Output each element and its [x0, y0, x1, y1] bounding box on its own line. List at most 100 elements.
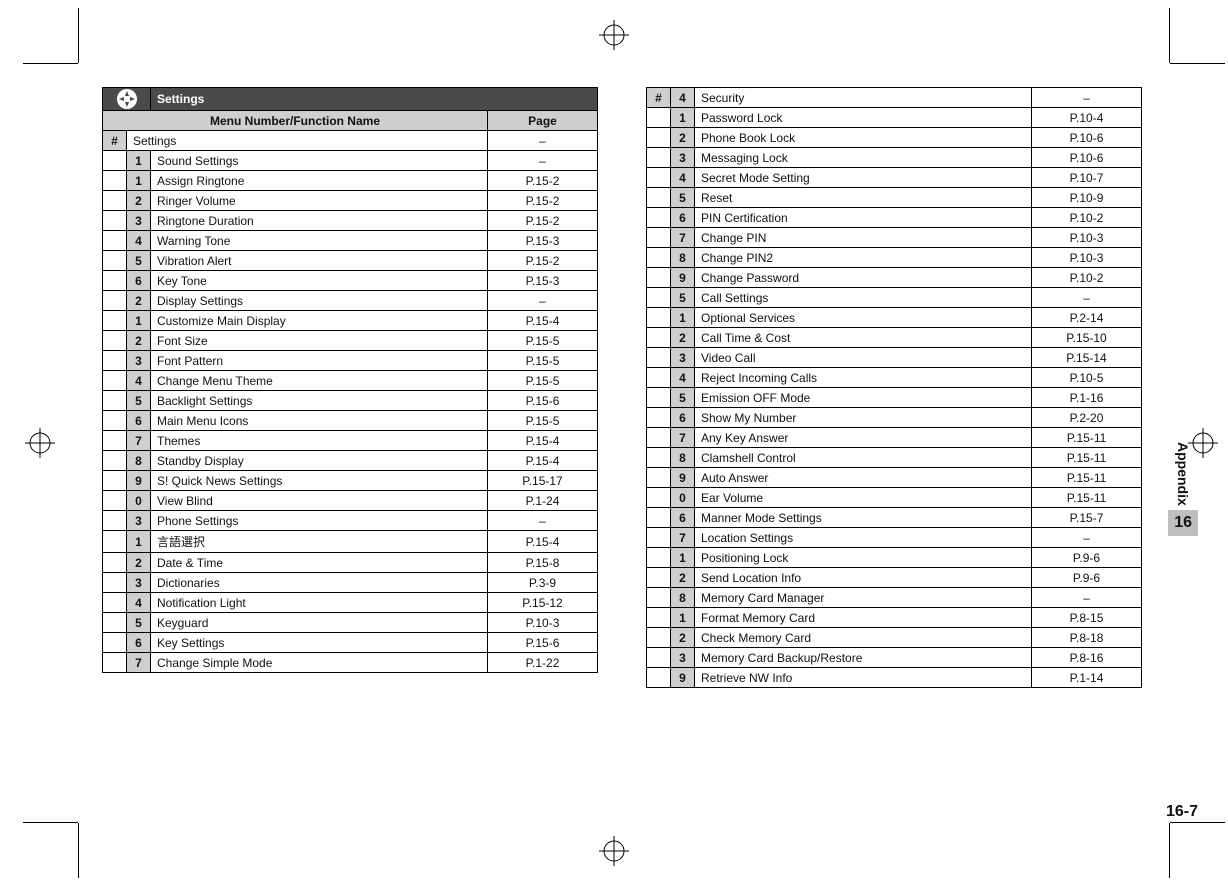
row-number: 9	[671, 468, 695, 488]
row-page: P.15-5	[488, 411, 598, 431]
row-name: Display Settings	[151, 291, 488, 311]
row-name: Font Size	[151, 331, 488, 351]
row-spacer	[647, 548, 671, 568]
row-name: Key Settings	[151, 633, 488, 653]
row-page: –	[1032, 88, 1142, 108]
row-name: Password Lock	[695, 108, 1032, 128]
row-number: 1	[671, 548, 695, 568]
right-column: #4Security–1Password LockP.10-42Phone Bo…	[646, 87, 1142, 799]
row-name: Themes	[151, 431, 488, 451]
registration-mark-icon	[599, 20, 629, 50]
col-header-page: Page	[488, 111, 598, 131]
row-spacer	[103, 291, 127, 311]
table-row: 3Messaging LockP.10-6	[647, 148, 1142, 168]
row-name: Show My Number	[695, 408, 1032, 428]
table-row: 8Standby DisplayP.15-4	[103, 451, 598, 471]
table-row: 5Emission OFF ModeP.1-16	[647, 388, 1142, 408]
row-page: P.15-6	[488, 391, 598, 411]
row-page: P.15-4	[488, 311, 598, 331]
row-name: Memory Card Manager	[695, 588, 1032, 608]
table-row: 6Show My NumberP.2-20	[647, 408, 1142, 428]
row-page: P.15-5	[488, 371, 598, 391]
row-number: 2	[127, 191, 151, 211]
row-page: P.15-2	[488, 211, 598, 231]
row-page: P.15-11	[1032, 448, 1142, 468]
row-number: 3	[127, 351, 151, 371]
row-number: 6	[127, 271, 151, 291]
table-row: 2Phone Book LockP.10-6	[647, 128, 1142, 148]
row-spacer	[647, 368, 671, 388]
row-name: Memory Card Backup/Restore	[695, 648, 1032, 668]
row-spacer	[647, 148, 671, 168]
table-row: 3Font PatternP.15-5	[103, 351, 598, 371]
row-name: Sound Settings	[151, 151, 488, 171]
row-page: P.15-11	[1032, 488, 1142, 508]
row-spacer	[103, 371, 127, 391]
row-number: 1	[127, 531, 151, 553]
row-page: P.10-5	[1032, 368, 1142, 388]
row-number: 3	[671, 148, 695, 168]
col-header-menu: Menu Number/Function Name	[103, 111, 488, 131]
row-number: 9	[127, 471, 151, 491]
crop-mark	[1169, 8, 1170, 63]
row-number: 1	[127, 311, 151, 331]
row-number: 0	[671, 488, 695, 508]
row-spacer	[647, 408, 671, 428]
row-number: 2	[671, 128, 695, 148]
row-page: P.9-6	[1032, 568, 1142, 588]
table-row: 9Change PasswordP.10-2	[647, 268, 1142, 288]
row-name: Check Memory Card	[695, 628, 1032, 648]
row-name: Retrieve NW Info	[695, 668, 1032, 688]
row-name: Phone Book Lock	[695, 128, 1032, 148]
row-name: Auto Answer	[695, 468, 1032, 488]
settings-icon	[103, 88, 151, 111]
table-row: 5Vibration AlertP.15-2	[103, 251, 598, 271]
row-name: Standby Display	[151, 451, 488, 471]
row-spacer	[647, 488, 671, 508]
row-spacer	[647, 268, 671, 288]
row-page: P.15-2	[488, 251, 598, 271]
row-page: P.10-2	[1032, 208, 1142, 228]
table-row: 3DictionariesP.3-9	[103, 573, 598, 593]
crop-mark	[23, 822, 78, 823]
crop-mark	[23, 63, 78, 64]
section-title: Settings	[151, 88, 598, 111]
row-page: P.1-14	[1032, 668, 1142, 688]
row-number: 7	[671, 528, 695, 548]
table-row: 7Change PINP.10-3	[647, 228, 1142, 248]
row-page: P.15-10	[1032, 328, 1142, 348]
table-row: 1Customize Main DisplayP.15-4	[103, 311, 598, 331]
row-number: 1	[671, 108, 695, 128]
table-row: 7Any Key AnswerP.15-11	[647, 428, 1142, 448]
row-number: 9	[671, 668, 695, 688]
row-page: P.10-3	[1032, 228, 1142, 248]
row-name: Change Password	[695, 268, 1032, 288]
row-number: 0	[127, 491, 151, 511]
row-name: Any Key Answer	[695, 428, 1032, 448]
crop-mark	[78, 823, 79, 878]
row-page: P.15-4	[488, 451, 598, 471]
row-page: P.10-4	[1032, 108, 1142, 128]
row-spacer	[647, 528, 671, 548]
row-spacer	[103, 553, 127, 573]
row-page: P.10-3	[488, 613, 598, 633]
row-name: Keyguard	[151, 613, 488, 633]
row-spacer	[103, 511, 127, 531]
table-row: 1Positioning LockP.9-6	[647, 548, 1142, 568]
table-row: 1Optional ServicesP.2-14	[647, 308, 1142, 328]
row-page: P.15-14	[1032, 348, 1142, 368]
appendix-label: Appendix	[1175, 442, 1191, 506]
row-name: Ear Volume	[695, 488, 1032, 508]
row-number: 5	[671, 188, 695, 208]
row-spacer	[647, 628, 671, 648]
row-page: P.2-20	[1032, 408, 1142, 428]
row-number: 1	[671, 608, 695, 628]
row-page: P.15-7	[1032, 508, 1142, 528]
table-row: 3Phone Settings–	[103, 511, 598, 531]
page-number: 16-7	[1166, 803, 1198, 821]
table-row: 2Call Time & CostP.15-10	[647, 328, 1142, 348]
side-tab: Appendix 16	[1168, 442, 1198, 536]
row-name: Call Settings	[695, 288, 1032, 308]
row-spacer	[103, 471, 127, 491]
row-spacer	[103, 191, 127, 211]
